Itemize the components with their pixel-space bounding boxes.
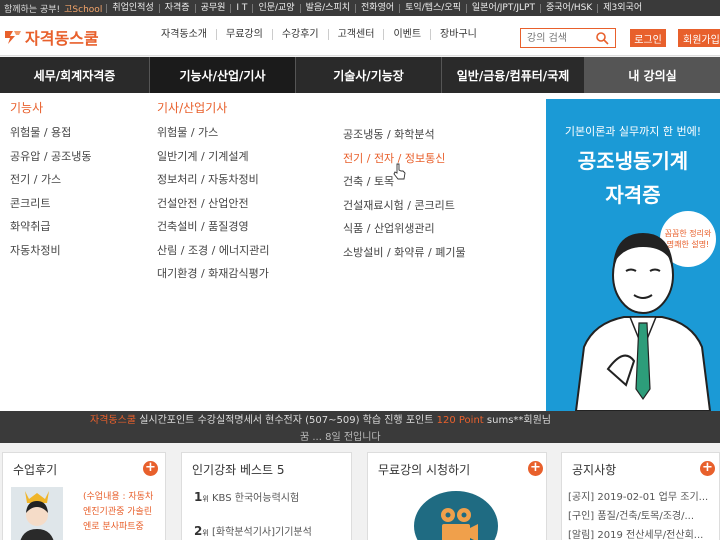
review-text-line[interactable]: 엔진기관중 가솔린 xyxy=(83,504,152,517)
strip-suffix: sums**회원님 xyxy=(486,415,552,426)
notice-more-plus-icon[interactable]: + xyxy=(700,461,715,476)
dropdown-item[interactable]: 일반기계 / 기계설계 xyxy=(157,150,269,174)
banner-tagline: 기본이론과 실무까지 한 번에! xyxy=(564,125,702,138)
instructor-illustration-icon xyxy=(574,233,712,411)
dropdown-column-engineer-2: 공조냉동 / 화학분석 전기 / 전자 / 정보통신 건축 / 토목 건설재료시… xyxy=(343,128,466,269)
dropdown-item[interactable]: 산림 / 조경 / 에너지관리 xyxy=(157,244,269,268)
top-link-japanese[interactable]: 일본어/JPT/JLPT xyxy=(465,3,540,13)
dropdown-item[interactable]: 식품 / 산업위생관리 xyxy=(343,222,466,246)
notice-item[interactable]: [공지] 2019-02-01 업무 조기... xyxy=(568,488,708,503)
strip-line-2: 꿈 ... 8일 전입니다 xyxy=(300,432,381,443)
dropdown-item[interactable]: 위험물 / 용접 xyxy=(10,126,92,150)
top-link-other-lang[interactable]: 제3외국어 xyxy=(597,3,647,13)
mouse-pointer-icon xyxy=(393,163,406,180)
best-course-name: [화학분석기사]기기분석 xyxy=(212,527,312,538)
strip-text: 실시간포인트 수강실적명세서 현수전자 (507~509) 학습 진행 포인트 xyxy=(139,415,434,426)
nav-reviews[interactable]: 수강후기 xyxy=(271,29,328,40)
category-bar: 세무/회계자격증 기능사/산업/기사 기술사/기능장 일반/금융/컴퓨터/국제 … xyxy=(0,57,720,93)
dropdown-item[interactable]: 화약취급 xyxy=(10,220,92,244)
site-logo[interactable]: 자격동스쿨 xyxy=(4,25,99,49)
top-link-cert[interactable]: 자격증 xyxy=(158,3,195,13)
dropdown-item[interactable]: 건설재료시험 / 콘크리트 xyxy=(343,199,466,223)
site-header: 자격동스쿨 자격동소개 무료강의 수강후기 고객센터 이벤트 장바구니 로그인 … xyxy=(0,16,720,56)
dropdown-column-engineer: 기사/산업기사 위험물 / 가스 일반기계 / 기계설계 정보처리 / 자동차정… xyxy=(157,99,269,291)
free-lectures-box: 무료강의 시청하기 + xyxy=(367,452,547,540)
category-general-finance[interactable]: 일반/금융/컴퓨터/국제 xyxy=(442,57,585,93)
dropdown-item[interactable]: 정보처리 / 자동차정비 xyxy=(157,173,269,197)
school-brand-link[interactable]: 고School xyxy=(64,2,102,15)
search-box xyxy=(520,28,616,48)
dropdown-column-craftsman: 기능사 위험물 / 용접 공유압 / 공조냉동 전기 / 가스 콘크리트 화약취… xyxy=(10,99,92,267)
search-icon[interactable] xyxy=(595,31,609,45)
free-lectures-title: 무료강의 시청하기 xyxy=(378,463,471,477)
nav-events[interactable]: 이벤트 xyxy=(383,29,430,40)
review-text-line[interactable]: (수업내용 : 자동차 xyxy=(83,489,153,502)
strip-brand: 자격동스쿨 xyxy=(90,415,136,426)
login-button[interactable]: 로그인 xyxy=(630,29,666,47)
reviews-box: 수업후기 + (수업내용 : 자동차 엔진기관중 가솔린 엔로 분사파트중 xyxy=(2,452,166,540)
reviews-more-plus-icon[interactable]: + xyxy=(143,461,158,476)
best-course-rank-suffix: 위 xyxy=(202,495,209,503)
strip-points: 120 Point xyxy=(436,415,484,426)
category-my-classroom[interactable]: 내 강의실 xyxy=(585,57,720,93)
notice-item[interactable]: [알림] 2019 전산세무/전산회... xyxy=(568,526,703,540)
best-courses-title: 인기강좌 베스트 5 xyxy=(192,463,285,477)
logo-text: 자격동스쿨 xyxy=(25,29,99,48)
top-link-chinese[interactable]: 중국어/HSK xyxy=(539,3,597,13)
top-link-speech[interactable]: 발음/스피치 xyxy=(299,3,355,13)
dropdown-item[interactable]: 건축설비 / 품질경영 xyxy=(157,220,269,244)
nav-cart[interactable]: 장바구니 xyxy=(430,29,486,40)
film-camera-icon xyxy=(441,508,478,540)
dropdown-item[interactable]: 대기환경 / 화재감식평가 xyxy=(157,267,269,291)
dropdown-item[interactable]: 공유압 / 공조냉동 xyxy=(10,150,92,174)
point-notice-strip: 자격동스쿨 실시간포인트 수강실적명세서 현수전자 (507~509) 학습 진… xyxy=(0,411,720,443)
best-course-name: KBS 한국어능력시험 xyxy=(212,493,300,504)
top-link-it[interactable]: I T xyxy=(230,3,252,13)
logo-mark-icon xyxy=(5,31,21,44)
banner-title: 공조냉동기계 xyxy=(577,149,689,173)
top-link-civil[interactable]: 공무원 xyxy=(194,3,231,13)
top-utility-bar: 함께하는 공부! 고School 취업인적성 자격증 공무원 I T 인문/교양… xyxy=(0,0,720,16)
notice-item[interactable]: [구인] 품질/건축/토목/조경/... xyxy=(568,507,694,522)
dropdown-item[interactable]: 자동차정비 xyxy=(10,244,92,268)
main-nav: 자격동소개 무료강의 수강후기 고객센터 이벤트 장바구니 xyxy=(152,29,486,40)
category-professional-engineer[interactable]: 기술사/기능장 xyxy=(296,57,442,93)
dropdown-item[interactable]: 건설안전 / 산업안전 xyxy=(157,197,269,221)
video-thumbnail[interactable] xyxy=(414,491,498,540)
dropdown-item[interactable]: 공조냉동 / 화학분석 xyxy=(343,128,466,152)
search-input[interactable] xyxy=(521,29,595,47)
notice-title: 공지사항 xyxy=(572,463,617,477)
best-course-item[interactable]: 1위 KBS 한국어능력시험 xyxy=(194,489,299,504)
point-notice-line: 자격동스쿨 실시간포인트 수강실적명세서 현수전자 (507~509) 학습 진… xyxy=(90,411,551,426)
category-industrial-engineer[interactable]: 기능사/산업/기사 xyxy=(150,57,296,93)
dropdown-item[interactable]: 전기 / 가스 xyxy=(10,173,92,197)
dropdown-item[interactable]: 위험물 / 가스 xyxy=(157,126,269,150)
nav-free-lectures[interactable]: 무료강의 xyxy=(216,29,272,40)
reviewer-avatar xyxy=(11,487,63,540)
dropdown-heading: 기능사 xyxy=(10,101,44,115)
review-text-line[interactable]: 엔로 분사파트중 xyxy=(83,519,144,532)
top-link-phone-english[interactable]: 전화영어 xyxy=(355,3,399,13)
best-course-rank-suffix: 위 xyxy=(202,529,209,537)
banner-subtitle: 자격증 xyxy=(605,183,661,207)
dropdown-item[interactable]: 소방설비 / 화약류 / 폐기물 xyxy=(343,246,466,270)
notice-box: 공지사항 + [공지] 2019-02-01 업무 조기... [구인] 품질/… xyxy=(561,452,720,540)
welcome-text: 함께하는 공부! xyxy=(4,4,61,15)
top-link-toeic[interactable]: 토익/텝스/오픽 xyxy=(399,3,466,13)
best-course-item[interactable]: 2위 [화학분석기사]기기분석 xyxy=(194,523,312,538)
signup-button[interactable]: 회원가입 xyxy=(678,29,720,47)
dropdown-item[interactable]: 콘크리트 xyxy=(10,197,92,221)
nav-about[interactable]: 자격동소개 xyxy=(152,29,216,40)
nav-support[interactable]: 고객센터 xyxy=(327,29,384,40)
free-lectures-more-plus-icon[interactable]: + xyxy=(528,461,543,476)
reviews-title: 수업후기 xyxy=(13,463,58,477)
category-tax-accounting[interactable]: 세무/회계자격증 xyxy=(0,57,150,93)
top-link-humanities[interactable]: 인문/교양 xyxy=(252,3,299,13)
best-courses-box: 인기강좌 베스트 5 1위 KBS 한국어능력시험 2위 [화학분석기사]기기분… xyxy=(181,452,352,540)
top-link-job[interactable]: 취업인적성 xyxy=(106,3,158,13)
promo-banner[interactable]: 기본이론과 실무까지 한 번에! 공조냉동기계 자격증 꼼꼼한 정리와 명쾌한 … xyxy=(546,99,720,411)
dropdown-heading: 기사/산업기사 xyxy=(157,101,228,115)
